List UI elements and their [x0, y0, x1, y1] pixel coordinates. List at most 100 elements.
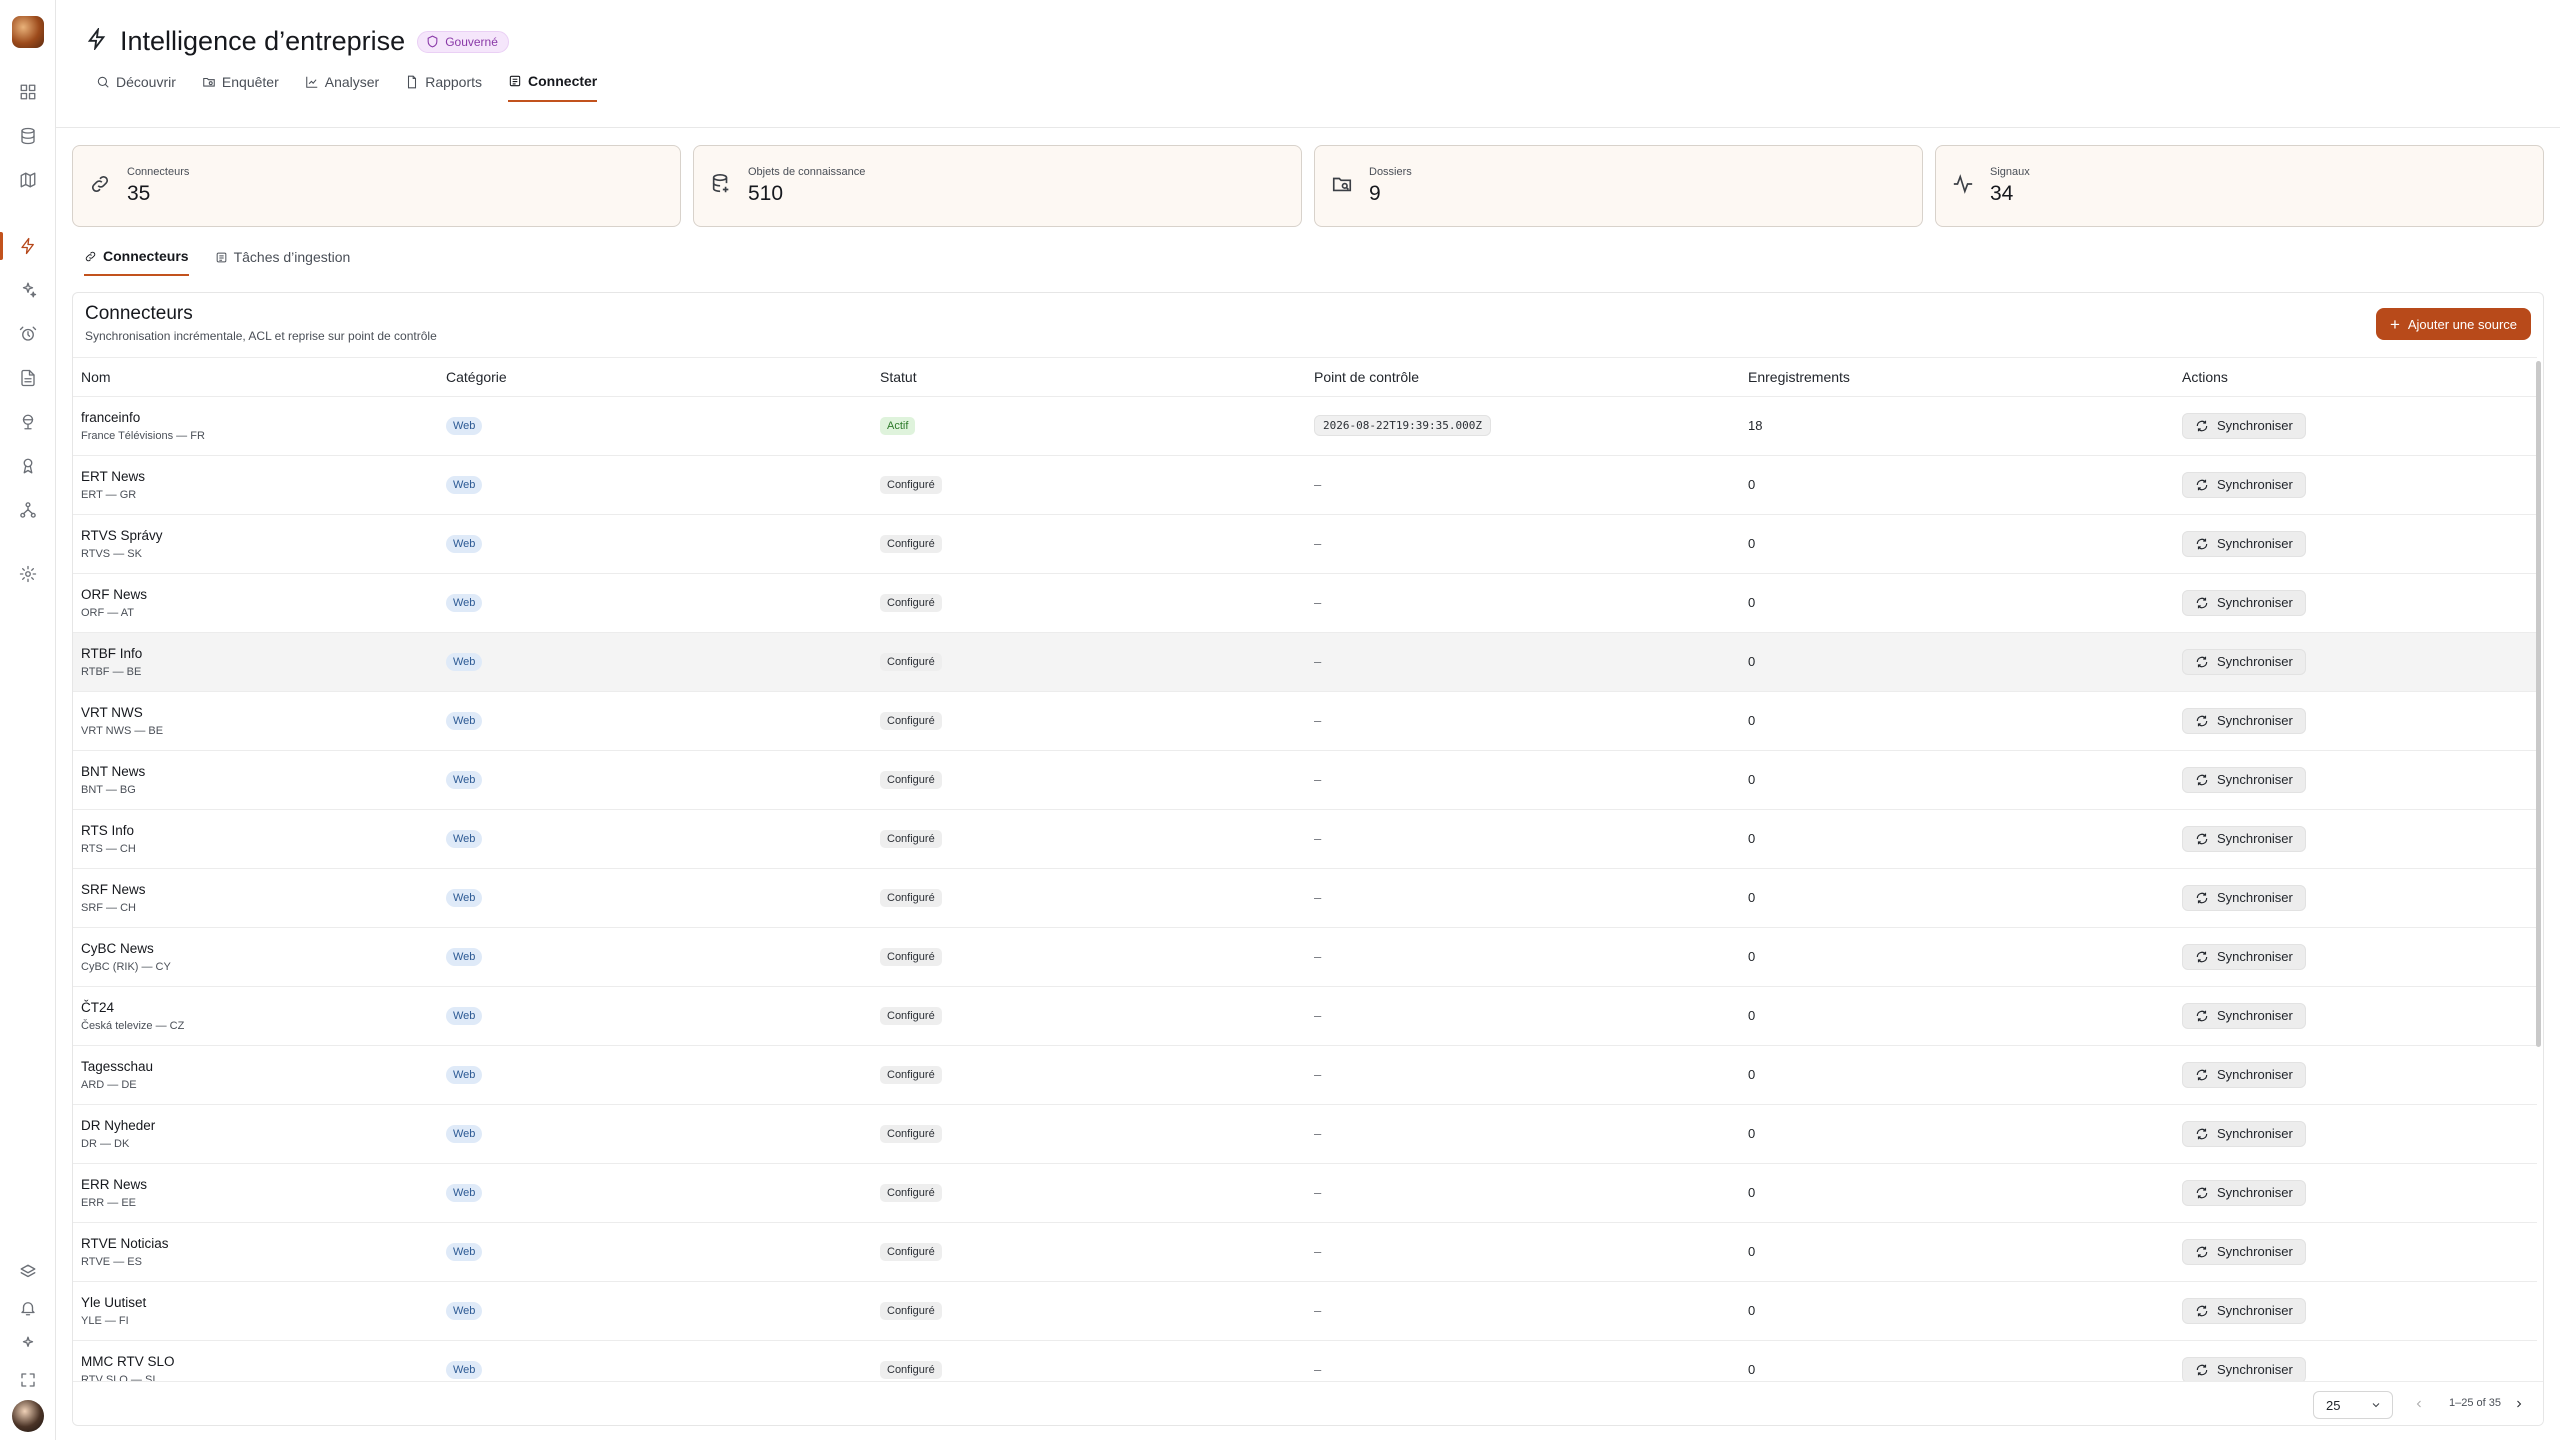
status-badge: Configuré	[880, 711, 942, 730]
table-row[interactable]: RTS Info RTS — CH Web Configuré – 0 Sync…	[73, 809, 2537, 868]
connector-name[interactable]: franceinfo	[81, 410, 438, 425]
sync-button[interactable]: Synchroniser	[2182, 471, 2306, 498]
connector-name[interactable]: Tagesschau	[81, 1059, 438, 1074]
settings-icon[interactable]	[16, 562, 40, 586]
table-row[interactable]: Tagesschau ARD — DE Web Configuré – 0 Sy…	[73, 1045, 2537, 1104]
connector-name[interactable]: SRF News	[81, 882, 438, 897]
sync-button[interactable]: Synchroniser	[2182, 1356, 2306, 1381]
stat-label: Objets de connaissance	[748, 166, 866, 178]
table-row[interactable]: BNT News BNT — BG Web Configuré – 0 Sync…	[73, 750, 2537, 809]
sync-button[interactable]: Synchroniser	[2182, 766, 2306, 793]
connectors-table-wrap[interactable]: Nom Catégorie Statut Point de contrôle E…	[73, 357, 2537, 1381]
col-header-category[interactable]: Catégorie	[438, 358, 872, 397]
cell-category: Web	[438, 514, 872, 573]
table-row[interactable]: ORF News ORF — AT Web Configuré – 0 Sync…	[73, 573, 2537, 632]
avatar[interactable]	[12, 1400, 44, 1432]
graduation-icon[interactable]	[16, 454, 40, 478]
tab-analyser[interactable]: Analyser	[305, 72, 379, 102]
prev-page-button[interactable]	[2411, 1396, 2427, 1412]
page-size-select[interactable]: 25	[2313, 1391, 2393, 1419]
table-row[interactable]: franceinfo France Télévisions — FR Web A…	[73, 396, 2537, 455]
table-row[interactable]: ERT News ERT — GR Web Configuré – 0 Sync…	[73, 455, 2537, 514]
document-icon	[408, 75, 417, 89]
connector-name[interactable]: ČT24	[81, 1000, 438, 1015]
table-row[interactable]: RTVE Noticias RTVE — ES Web Configuré – …	[73, 1222, 2537, 1281]
sync-button[interactable]: Synchroniser	[2182, 1297, 2306, 1324]
bolt-icon[interactable]	[16, 234, 40, 258]
sparkles-small-icon[interactable]	[16, 1332, 40, 1356]
layers-icon[interactable]	[16, 1260, 40, 1284]
table-row[interactable]: RTVS Správy RTVS — SK Web Configuré – 0 …	[73, 514, 2537, 573]
table-row[interactable]: CyBC News CyBC (RIK) — CY Web Configuré …	[73, 927, 2537, 986]
table-row[interactable]: DR Nyheder DR — DK Web Configuré – 0 Syn…	[73, 1104, 2537, 1163]
sync-button[interactable]: Synchroniser	[2182, 412, 2306, 439]
subtab-label: Connecteurs	[103, 248, 189, 264]
connector-name[interactable]: RTVE Noticias	[81, 1236, 438, 1251]
sync-button[interactable]: Synchroniser	[2182, 825, 2306, 852]
add-source-button[interactable]: + Ajouter une source	[2375, 308, 2531, 340]
sync-button[interactable]: Synchroniser	[2182, 943, 2306, 970]
records-value: 0	[1748, 595, 1756, 610]
map-icon[interactable]	[16, 168, 40, 192]
sync-button[interactable]: Synchroniser	[2182, 589, 2306, 616]
cell-actions: Synchroniser	[2174, 1222, 2537, 1281]
alarm-icon[interactable]	[16, 322, 40, 346]
bell-icon[interactable]	[16, 1296, 40, 1320]
col-header-status[interactable]: Statut	[872, 358, 1306, 397]
page-title: Intelligence d’entreprise	[120, 26, 406, 56]
subtab-ingestion-tasks[interactable]: Tâches d’ingestion	[215, 248, 350, 276]
table-row[interactable]: RTBF Info RTBF — BE Web Configuré – 0 Sy…	[73, 632, 2537, 691]
sync-button[interactable]: Synchroniser	[2182, 530, 2306, 557]
refresh-icon	[2195, 1304, 2209, 1318]
sync-button[interactable]: Synchroniser	[2182, 1179, 2306, 1206]
tab-decouvrir[interactable]: Découvrir	[96, 72, 176, 102]
col-header-records[interactable]: Enregistrements	[1740, 358, 2174, 397]
app-logo[interactable]	[12, 16, 44, 48]
tab-rapports[interactable]: Rapports	[405, 72, 482, 102]
connector-source: RTVS — SK	[81, 547, 142, 560]
table-row[interactable]: ERR News ERR — EE Web Configuré – 0 Sync…	[73, 1163, 2537, 1222]
document-icon[interactable]	[16, 366, 40, 390]
connector-name[interactable]: BNT News	[81, 764, 438, 779]
stat-label: Dossiers	[1369, 166, 1412, 178]
col-header-name[interactable]: Nom	[73, 358, 438, 397]
table-row[interactable]: MMC RTV SLO RTV SLO — SI Web Configuré –…	[73, 1340, 2537, 1381]
connector-name[interactable]: VRT NWS	[81, 705, 438, 720]
subtab-connectors[interactable]: Connecteurs	[84, 248, 189, 276]
table-row[interactable]: SRF News SRF — CH Web Configuré – 0 Sync…	[73, 868, 2537, 927]
globe-pin-icon[interactable]	[16, 410, 40, 434]
sync-button[interactable]: Synchroniser	[2182, 1002, 2306, 1029]
table-row[interactable]: Yle Uutiset YLE — FI Web Configuré – 0 S…	[73, 1281, 2537, 1340]
connector-name[interactable]: CyBC News	[81, 941, 438, 956]
sync-button[interactable]: Synchroniser	[2182, 707, 2306, 734]
connector-name[interactable]: ORF News	[81, 587, 438, 602]
connector-name[interactable]: DR Nyheder	[81, 1118, 438, 1133]
connector-name[interactable]: ERT News	[81, 469, 438, 484]
connector-name[interactable]: ERR News	[81, 1177, 438, 1192]
tab-connecter[interactable]: Connecter	[508, 72, 598, 102]
checkpoint-value: –	[1314, 1067, 1322, 1082]
cell-checkpoint: –	[1306, 927, 1740, 986]
next-page-button[interactable]	[2511, 1396, 2527, 1412]
sync-button[interactable]: Synchroniser	[2182, 1061, 2306, 1088]
dashboard-icon[interactable]	[16, 80, 40, 104]
sync-button[interactable]: Synchroniser	[2182, 648, 2306, 675]
connector-name[interactable]: RTVS Správy	[81, 528, 438, 543]
connector-icon	[509, 75, 521, 87]
connector-name[interactable]: Yle Uutiset	[81, 1295, 438, 1310]
sync-button[interactable]: Synchroniser	[2182, 1238, 2306, 1265]
sync-button[interactable]: Synchroniser	[2182, 884, 2306, 911]
table-row[interactable]: VRT NWS VRT NWS — BE Web Configuré – 0 S…	[73, 691, 2537, 750]
connector-name[interactable]: RTS Info	[81, 823, 438, 838]
table-scrollbar[interactable]	[2536, 361, 2541, 1047]
connector-name[interactable]: RTBF Info	[81, 646, 438, 661]
table-row[interactable]: ČT24 Česká televize — CZ Web Configuré –…	[73, 986, 2537, 1045]
network-icon[interactable]	[16, 498, 40, 522]
col-header-checkpoint[interactable]: Point de contrôle	[1306, 358, 1740, 397]
database-icon[interactable]	[16, 124, 40, 148]
fullscreen-icon[interactable]	[16, 1368, 40, 1392]
sync-button[interactable]: Synchroniser	[2182, 1120, 2306, 1147]
tab-enqueter[interactable]: Enquêter	[202, 72, 279, 102]
sparkles-icon[interactable]	[16, 278, 40, 302]
connector-name[interactable]: MMC RTV SLO	[81, 1354, 438, 1369]
